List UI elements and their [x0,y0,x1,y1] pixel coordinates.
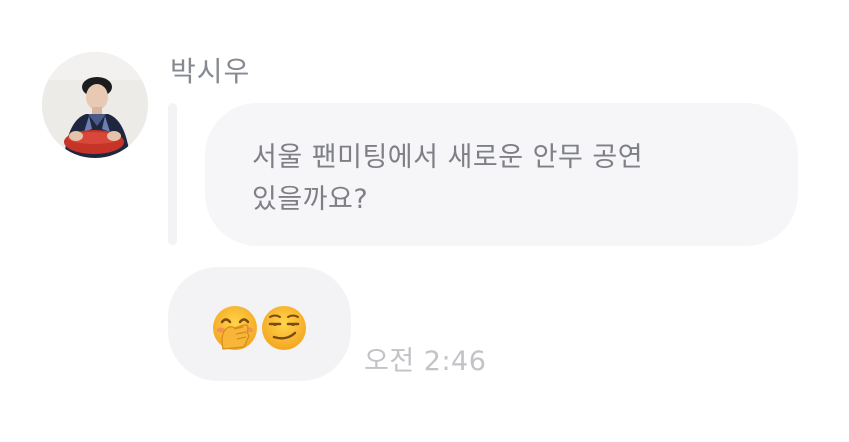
reply-quote-bar [168,103,177,245]
avatar[interactable] [42,52,148,158]
message-timestamp: 오전 2:46 [364,346,487,377]
smirking-face-emoji-icon [259,305,309,351]
sender-name: 박시우 [170,55,251,88]
hand-over-mouth-emoji-icon [210,305,260,351]
quoted-message-text: 서울 팬미팅에서 새로운 안무 공연 있을까요? [252,142,644,215]
profile-photo [42,52,148,158]
